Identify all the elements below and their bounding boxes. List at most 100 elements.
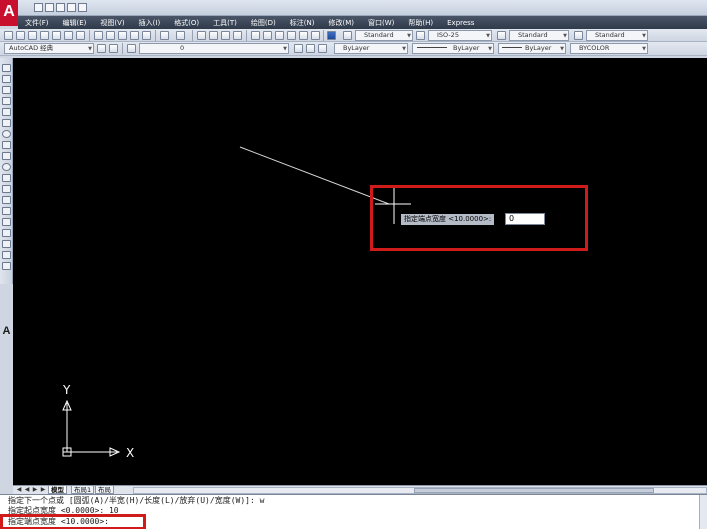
match-properties-icon[interactable] bbox=[130, 31, 139, 40]
menu-insert[interactable]: 插入(I) bbox=[132, 18, 168, 28]
print-icon[interactable] bbox=[67, 3, 76, 12]
point-icon[interactable] bbox=[2, 207, 11, 215]
layer-previous-icon[interactable] bbox=[306, 44, 315, 53]
pan-icon[interactable] bbox=[197, 31, 206, 40]
menu-dimension[interactable]: 标注(N) bbox=[283, 18, 322, 28]
gradient-icon[interactable] bbox=[2, 229, 11, 237]
cut-icon[interactable] bbox=[94, 31, 103, 40]
copy-icon[interactable] bbox=[106, 31, 115, 40]
properties-icon[interactable] bbox=[251, 31, 260, 40]
next-tab-arrow-icon[interactable]: ▶ bbox=[31, 486, 39, 494]
table-style-icon[interactable] bbox=[497, 31, 506, 40]
arc-icon[interactable] bbox=[2, 119, 11, 127]
menu-draw[interactable]: 绘图(D) bbox=[244, 18, 283, 28]
linetype-sample bbox=[417, 47, 447, 48]
horizontal-scrollbar[interactable] bbox=[133, 487, 707, 494]
undo-icon[interactable] bbox=[78, 3, 87, 12]
make-current-layer-icon[interactable] bbox=[294, 44, 303, 53]
ellipse-arc-icon[interactable] bbox=[2, 174, 11, 182]
mleader-style-icon[interactable] bbox=[574, 31, 583, 40]
3d-dwf-icon[interactable] bbox=[76, 31, 85, 40]
line-icon[interactable] bbox=[2, 64, 11, 72]
new-file-icon[interactable] bbox=[34, 3, 43, 12]
color-value: ByLayer bbox=[343, 44, 370, 52]
workspace-settings-icon[interactable] bbox=[97, 44, 106, 53]
undo-icon[interactable] bbox=[160, 31, 169, 40]
paste-icon[interactable] bbox=[118, 31, 127, 40]
sheet-set-icon[interactable] bbox=[287, 31, 296, 40]
rectangle-icon[interactable] bbox=[2, 108, 11, 116]
zoom-previous-icon[interactable] bbox=[233, 31, 242, 40]
drawing-canvas[interactable]: Y X 指定端点宽度 <10.0000>: 0 bbox=[13, 58, 707, 485]
save-icon[interactable] bbox=[56, 3, 65, 12]
text-style-value: Standard bbox=[364, 31, 394, 39]
polygon-icon[interactable] bbox=[2, 97, 11, 105]
menu-modify[interactable]: 修改(M) bbox=[321, 18, 361, 28]
linetype-select[interactable]: ByLayer ▼ bbox=[412, 43, 494, 54]
menu-edit[interactable]: 编辑(E) bbox=[56, 18, 94, 28]
workspace-select[interactable]: AutoCAD 经典 ▼ bbox=[4, 43, 94, 54]
text-style-select[interactable]: Standard ▼ bbox=[355, 30, 413, 41]
prev-tab-arrow-icon[interactable]: ◀ bbox=[23, 486, 31, 494]
plotstyle-select[interactable]: BYCOLOR ▼ bbox=[570, 43, 648, 54]
layer-properties-icon[interactable] bbox=[127, 44, 136, 53]
chevron-down-icon: ▼ bbox=[560, 46, 564, 52]
mleader-style-select[interactable]: Standard ▼ bbox=[586, 30, 648, 41]
tab-model[interactable]: 模型 bbox=[48, 486, 67, 494]
color-select[interactable]: ByLayer ▼ bbox=[334, 43, 408, 54]
app-logo[interactable]: A bbox=[0, 0, 18, 26]
menu-express[interactable]: Express bbox=[440, 19, 481, 27]
menu-window[interactable]: 窗口(W) bbox=[361, 18, 401, 28]
first-tab-arrow-icon[interactable]: ◀ bbox=[15, 486, 23, 494]
tab-layout1[interactable]: 布局1 bbox=[71, 486, 95, 494]
text-icon[interactable]: A bbox=[1, 325, 12, 337]
dim-style-icon[interactable] bbox=[416, 31, 425, 40]
redo-icon[interactable] bbox=[176, 31, 185, 40]
menu-file[interactable]: 文件(F) bbox=[18, 18, 56, 28]
spline-icon[interactable] bbox=[2, 152, 11, 160]
text-style-icon[interactable] bbox=[343, 31, 352, 40]
tool-palettes-icon[interactable] bbox=[275, 31, 284, 40]
region-icon[interactable] bbox=[2, 240, 11, 248]
make-block-icon[interactable] bbox=[2, 196, 11, 204]
dim-style-select[interactable]: ISO-25 ▼ bbox=[428, 30, 492, 41]
lineweight-select[interactable]: ByLayer ▼ bbox=[498, 43, 566, 54]
command-window[interactable]: 指定下一个点或 [圆弧(A)/半宽(H)/长度(L)/放弃(U)/宽度(W)]:… bbox=[0, 494, 707, 529]
publish-icon[interactable] bbox=[64, 31, 73, 40]
polyline-icon[interactable] bbox=[2, 86, 11, 94]
mtext-icon[interactable] bbox=[2, 262, 11, 270]
revision-cloud-icon[interactable] bbox=[2, 141, 11, 149]
new-icon[interactable] bbox=[4, 31, 13, 40]
scrollbar-thumb[interactable] bbox=[414, 488, 654, 493]
layer-select[interactable]: 0 ▼ bbox=[139, 43, 289, 54]
zoom-realtime-icon[interactable] bbox=[209, 31, 218, 40]
table-icon[interactable] bbox=[2, 251, 11, 259]
layer-state-icon[interactable] bbox=[318, 44, 327, 53]
zoom-window-icon[interactable] bbox=[221, 31, 230, 40]
menu-view[interactable]: 视图(V) bbox=[93, 18, 131, 28]
open-icon[interactable] bbox=[16, 31, 25, 40]
block-editor-icon[interactable] bbox=[142, 31, 151, 40]
ellipse-icon[interactable] bbox=[2, 163, 11, 171]
last-tab-arrow-icon[interactable]: ▶ bbox=[39, 486, 47, 494]
save-icon[interactable] bbox=[28, 31, 37, 40]
table-style-select[interactable]: Standard ▼ bbox=[509, 30, 569, 41]
design-center-icon[interactable] bbox=[263, 31, 272, 40]
menu-format[interactable]: 格式(O) bbox=[167, 18, 206, 28]
plot-preview-icon[interactable] bbox=[52, 31, 61, 40]
tab-layout2[interactable]: 布局 bbox=[95, 486, 114, 494]
construction-line-icon[interactable] bbox=[2, 75, 11, 83]
markup-icon[interactable] bbox=[299, 31, 308, 40]
print-icon[interactable] bbox=[40, 31, 49, 40]
quickcalc-icon[interactable] bbox=[311, 31, 320, 40]
help-icon[interactable] bbox=[327, 31, 336, 40]
menu-tools[interactable]: 工具(T) bbox=[206, 18, 244, 28]
open-file-icon[interactable] bbox=[45, 3, 54, 12]
menu-help[interactable]: 帮助(H) bbox=[401, 18, 440, 28]
circle-icon[interactable] bbox=[2, 130, 11, 138]
my-workspace-icon[interactable] bbox=[109, 44, 118, 53]
command-window-scrollbar[interactable] bbox=[699, 495, 707, 529]
insert-block-icon[interactable] bbox=[2, 185, 11, 193]
hatch-icon[interactable] bbox=[2, 218, 11, 226]
table-style-value: Standard bbox=[518, 31, 548, 39]
